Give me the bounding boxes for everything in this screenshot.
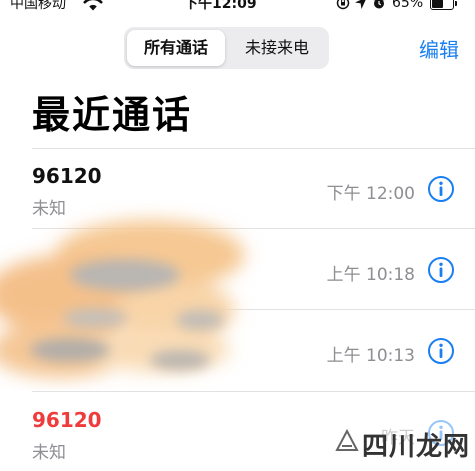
carrier-name: 中国移动 xyxy=(10,0,66,12)
watermark: 四川龙网 xyxy=(330,418,470,468)
location-arrow-icon xyxy=(355,0,366,9)
page-title: 最近通话 xyxy=(32,93,193,137)
call-row[interactable]: 上午 10:13 xyxy=(0,310,475,390)
info-icon[interactable] xyxy=(427,256,455,284)
wifi-icon xyxy=(83,0,103,11)
screen-rotation-lock-icon xyxy=(336,0,350,10)
call-row[interactable]: 96120 未知 下午 12:00 xyxy=(0,148,475,228)
status-icons: 65% xyxy=(336,0,458,11)
status-bar: 中国移动 下午12:09 65% xyxy=(0,0,475,16)
call-number: 96120 xyxy=(32,408,102,432)
battery-percent: 65% xyxy=(392,0,424,11)
call-number: 96120 xyxy=(32,164,102,188)
call-time: 上午 10:13 xyxy=(326,346,415,366)
alarm-icon xyxy=(373,0,385,9)
call-label: 未知 xyxy=(32,443,66,463)
battery-icon xyxy=(430,0,458,10)
info-icon[interactable] xyxy=(427,175,455,203)
status-time: 下午12:09 xyxy=(184,0,257,12)
watermark-logo-icon xyxy=(335,428,359,451)
segment-missed-calls[interactable]: 未接来电 xyxy=(228,30,326,66)
call-row[interactable]: 上午 10:18 xyxy=(0,229,475,309)
call-time: 上午 10:18 xyxy=(326,265,415,285)
call-label: 未知 xyxy=(32,199,66,219)
watermark-text: 四川龙网 xyxy=(362,432,471,462)
edit-button[interactable]: 编辑 xyxy=(419,34,459,63)
segment-all-calls[interactable]: 所有通话 xyxy=(127,30,225,66)
info-icon[interactable] xyxy=(427,337,455,365)
call-filter-segmented-control: 所有通话 未接来电 xyxy=(124,27,329,69)
call-time: 下午 12:00 xyxy=(326,184,415,204)
battery-fill xyxy=(432,0,444,8)
recents-screen: 中国移动 下午12:09 65% 所有通话 未接来电 编辑 最近通话 96120… xyxy=(0,0,475,471)
